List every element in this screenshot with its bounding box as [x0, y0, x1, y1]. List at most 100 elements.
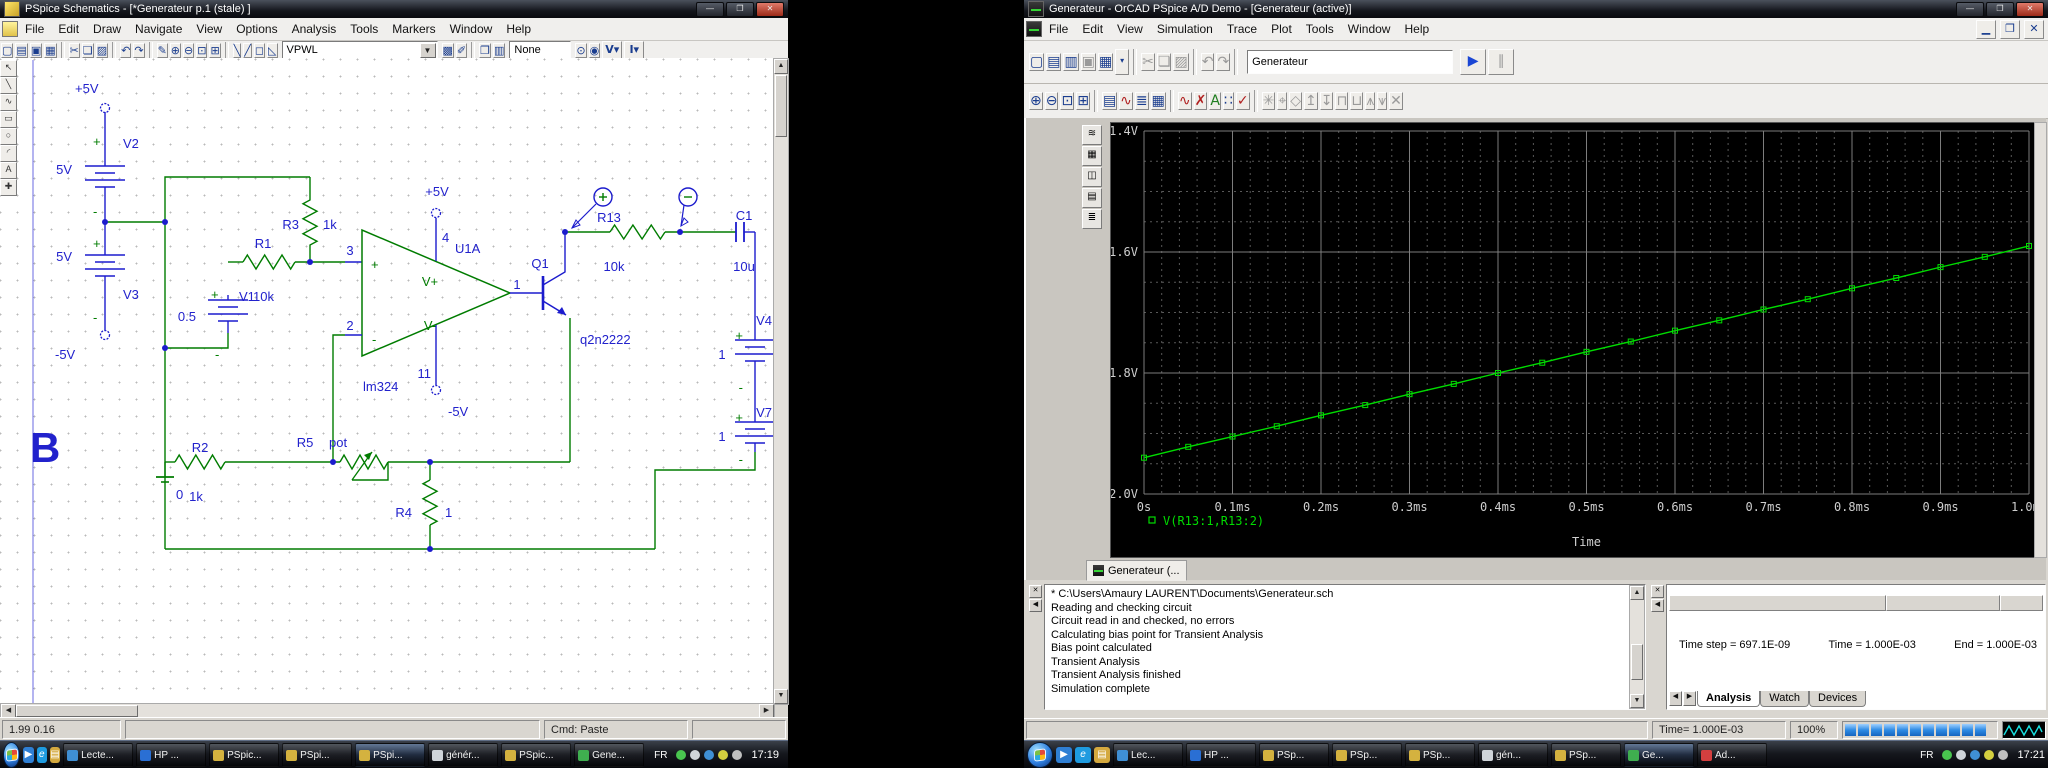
zoom-out-icon[interactable]: ⊖ — [183, 43, 195, 58]
probe-menu-file[interactable]: File — [1042, 20, 1075, 38]
part-browser-icon[interactable]: ▩ — [441, 43, 454, 58]
tab-devices[interactable]: Devices — [1809, 691, 1867, 707]
select-icon[interactable]: ↖ — [0, 60, 17, 77]
waveform-plot[interactable]: -1.4V -1.6V -1.8V -2.0V0s 0.1ms 0.2ms 0.3ms 0.4… — [1102, 122, 2047, 558]
schematics-menu-analysis[interactable]: Analysis — [285, 20, 344, 38]
taskbar-button-gene[interactable]: Gene... — [574, 743, 645, 767]
tab-scroll-right-icon[interactable]: ▶ — [1683, 691, 1696, 706]
current-marker-button[interactable]: I▾ — [624, 40, 645, 60]
save-icon[interactable]: ▣ — [29, 43, 43, 58]
taskbar-button-lec[interactable]: Lec... — [1113, 743, 1183, 767]
minimize-button[interactable]: — — [1956, 1, 1984, 17]
schematics-titlebar[interactable]: PSpice Schematics - [*Generateur p.1 (st… — [0, 0, 788, 18]
save-icon[interactable]: ▣ — [1080, 53, 1096, 71]
performance-icon[interactable]: ≣ — [1134, 92, 1149, 110]
schematics-menu-navigate[interactable]: Navigate — [128, 20, 189, 38]
cursor-tool-icon[interactable]: ⊓ — [1335, 92, 1349, 110]
draw-circle-icon[interactable]: ○ — [0, 128, 17, 145]
eval-goal-icon[interactable]: ✗ — [1193, 92, 1208, 110]
scroll-up-arrow[interactable]: ▲ — [774, 59, 788, 74]
run-simulation-button[interactable]: ▶ — [1460, 49, 1487, 75]
marker-combo[interactable]: None — [509, 40, 572, 60]
new-icon[interactable]: ▢ — [1, 43, 14, 58]
taskbar-clock[interactable]: 17:19 — [745, 749, 785, 761]
language-indicator[interactable]: FR — [650, 748, 671, 763]
quicklaunch-folder-icon[interactable]: ▤ — [1094, 747, 1110, 763]
scroll-left-arrow[interactable]: ◀ — [1, 704, 16, 718]
scroll-thumb[interactable] — [1631, 644, 1643, 680]
simulation-profile-combo[interactable]: Generateur — [1247, 50, 1454, 74]
probe-menu-trace[interactable]: Trace — [1220, 20, 1264, 38]
log-x-icon[interactable]: ▤ — [1101, 92, 1118, 110]
append-icon[interactable]: ▥ — [1063, 53, 1079, 71]
maximize-button[interactable]: ❐ — [1986, 1, 2014, 17]
cut-icon[interactable]: ✂ — [1141, 53, 1155, 71]
sim-settings-icon[interactable]: ▦ — [1082, 146, 1102, 166]
tab-watch[interactable]: Watch — [1760, 691, 1810, 707]
open-icon[interactable]: ▤ — [1046, 53, 1062, 71]
plot-window-tab[interactable]: Generateur (... — [1086, 560, 1187, 581]
zoom-in-icon[interactable]: ⊕ — [169, 43, 181, 58]
draw-arc-icon[interactable]: ◜ — [0, 145, 17, 162]
header-cell[interactable] — [2000, 595, 2043, 611]
hidden-icons-icon[interactable] — [1998, 750, 2009, 760]
minimize-button[interactable]: — — [696, 1, 724, 17]
schematics-menu-file[interactable]: File — [18, 20, 51, 38]
close-button[interactable]: ✕ — [2016, 1, 2044, 17]
start-button[interactable] — [1027, 742, 1053, 768]
schematics-menu-options[interactable]: Options — [229, 20, 284, 38]
taskbar-button-g-n[interactable]: gén... — [1478, 743, 1548, 767]
probe-titlebar[interactable]: Generateur - OrCAD PSpice A/D Demo - [Ge… — [1024, 0, 2048, 18]
taskbar-button-pspic[interactable]: PSpic... — [501, 743, 572, 767]
probe-menu-window[interactable]: Window — [1341, 20, 1398, 38]
scroll-right-arrow[interactable]: ▶ — [759, 704, 774, 718]
tab-analysis[interactable]: Analysis — [1697, 691, 1761, 707]
close-icon[interactable]: ✕ — [1029, 585, 1042, 598]
draw-rectangle-icon[interactable]: ▭ — [0, 111, 17, 128]
taskbar-button-hp[interactable]: HP ... — [1186, 743, 1256, 767]
cursor-tool-icon[interactable]: ◇ — [1289, 92, 1302, 110]
quicklaunch-media-icon[interactable]: ▶ — [1056, 747, 1072, 763]
maximize-button[interactable]: ❐ — [726, 1, 754, 17]
quicklaunch-ie-icon[interactable]: e — [1075, 747, 1091, 763]
probe-menu-simulation[interactable]: Simulation — [1150, 20, 1220, 38]
device-list-icon[interactable]: ▤ — [1082, 188, 1102, 208]
schematics-menu-window[interactable]: Window — [443, 20, 500, 38]
taskbar-button-hp[interactable]: HP ... — [136, 743, 207, 767]
quicklaunch-ie-icon[interactable]: e — [36, 747, 47, 763]
copy-icon[interactable]: ❏ — [81, 43, 94, 58]
hidden-icons-icon[interactable] — [732, 750, 743, 760]
print-icon[interactable]: ▦ — [44, 43, 57, 58]
schematics-menu-view[interactable]: View — [189, 20, 229, 38]
zoom-area-icon[interactable]: ⊡ — [196, 43, 208, 58]
paste-icon[interactable]: ▨ — [95, 43, 109, 58]
zoom-in-icon[interactable]: ⊕ — [1029, 92, 1043, 110]
wire-icon[interactable]: ╲ — [232, 43, 242, 58]
redo-icon[interactable]: ↷ — [133, 43, 145, 58]
plot-vertical-scrollbar[interactable] — [2034, 122, 2047, 558]
undo-icon[interactable]: ↶ — [1200, 53, 1215, 71]
taskbar-button-pspi[interactable]: PSpi... — [355, 743, 426, 767]
add-trace-icon[interactable]: ∿ — [1177, 92, 1192, 110]
mark-data-points-icon[interactable]: ∷ — [1222, 92, 1234, 110]
open-icon[interactable]: ▤ — [15, 43, 28, 58]
status-icon[interactable] — [676, 750, 687, 760]
text-label-icon[interactable]: A — [1209, 92, 1221, 110]
bus-icon[interactable]: ╱ — [243, 43, 252, 58]
new-dropdown-arrow[interactable]: ▾ — [1115, 49, 1130, 75]
edit-simulation-icon[interactable]: ✐ — [455, 43, 468, 58]
draw-text-icon[interactable]: A — [0, 162, 17, 179]
new-page-icon[interactable]: ❐ — [479, 43, 492, 58]
new-icon[interactable]: ▢ — [1029, 53, 1045, 71]
print-icon[interactable]: ▦ — [1097, 53, 1114, 71]
status-icon[interactable] — [1942, 750, 1953, 760]
probe-menu-tools[interactable]: Tools — [1299, 20, 1341, 38]
probe-menu-edit[interactable]: Edit — [1075, 20, 1110, 38]
quicklaunch-folder-icon[interactable]: ▤ — [49, 747, 61, 763]
properties-icon[interactable]: ▦ — [1150, 92, 1166, 110]
block-icon[interactable]: ◻ — [253, 43, 266, 58]
scroll-thumb[interactable] — [775, 75, 787, 137]
sim-queue-icon[interactable]: ≋ — [1082, 125, 1102, 145]
taskbar-button-g-n-r[interactable]: génér... — [428, 743, 499, 767]
simulation-window-icon[interactable]: ▥ — [493, 43, 506, 58]
